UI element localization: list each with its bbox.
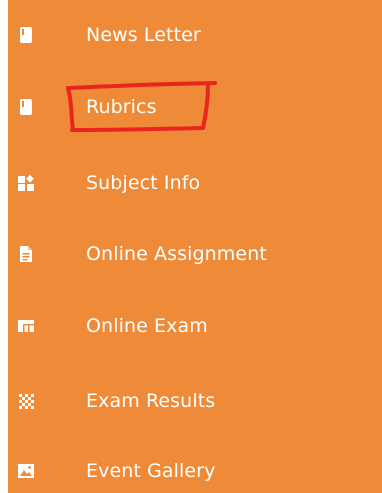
book-icon [17,98,35,116]
sidebar-item-online-assignment[interactable]: Online Assignment [8,234,382,274]
sidebar-item-label: Exam Results [86,390,216,412]
widgets-icon [17,174,35,192]
sidebar-item-label: Event Gallery [86,460,216,482]
dashboard-icon [17,317,35,335]
sidebar-item-label: News Letter [86,24,201,46]
sidebar-item-label: Subject Info [86,172,201,194]
sidebar-item-label: Online Assignment [86,243,267,265]
sidebar-item-label: Online Exam [86,315,208,337]
sidebar-item-subject-info[interactable]: Subject Info [8,163,382,203]
sidebar-menu: News Letter Rubrics Subject Info Online … [8,0,382,493]
sidebar-item-label: Rubrics [86,96,157,118]
grid-dots-icon [17,392,35,410]
sidebar-item-news-letter[interactable]: News Letter [8,15,382,55]
book-icon [17,26,35,44]
sidebar-item-online-exam[interactable]: Online Exam [8,306,382,346]
sidebar-item-exam-results[interactable]: Exam Results [8,381,382,421]
sidebar-item-event-gallery[interactable]: Event Gallery [8,451,382,491]
document-icon [17,245,35,263]
sidebar-item-rubrics[interactable]: Rubrics [8,87,382,127]
image-icon [17,462,35,480]
